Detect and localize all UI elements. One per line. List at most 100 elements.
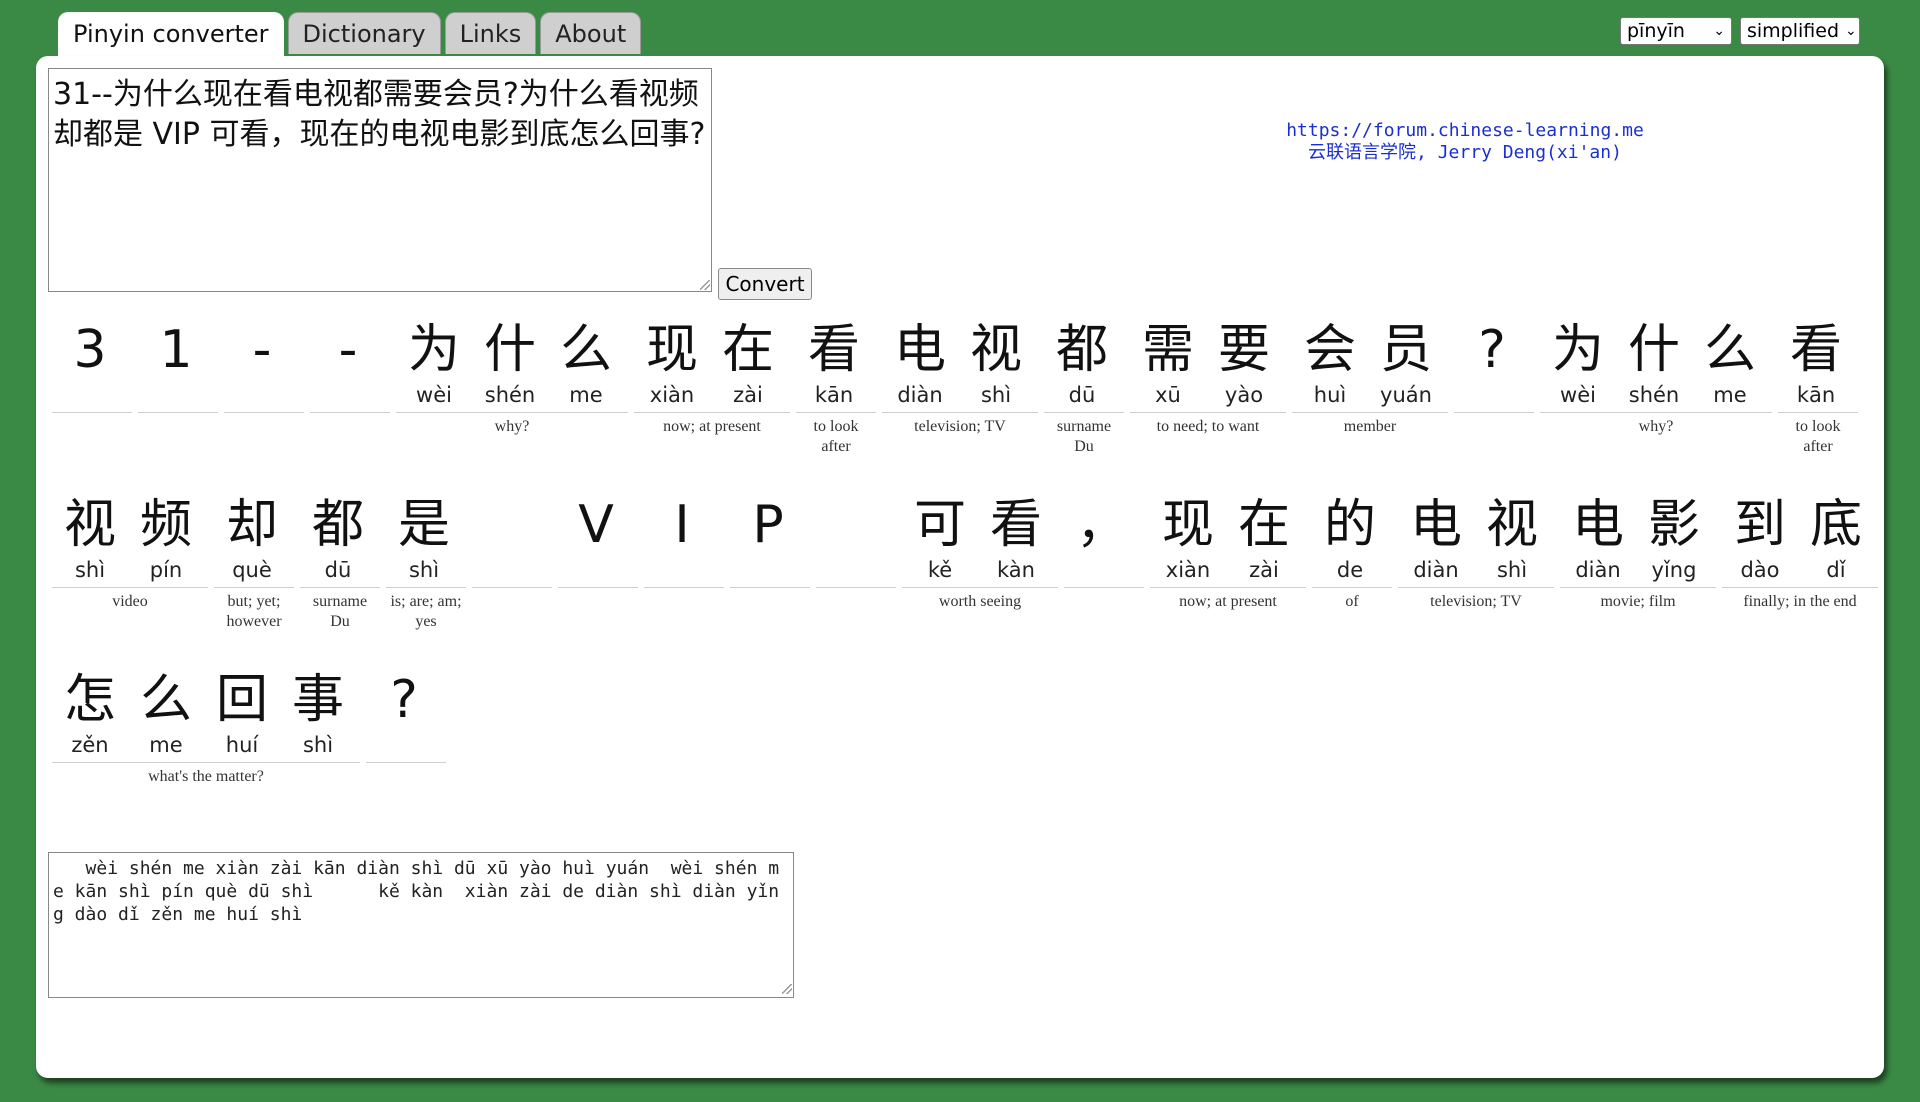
syllable: 要 yào [1206,318,1282,408]
syllable: 的 de [1312,493,1388,583]
romanization-select-value: pīnyīn [1627,20,1685,42]
syllable: 1 [138,318,214,408]
chevron-down-icon: ⌄ [1713,23,1725,39]
annotation-row-1: 3 1- - 为 wèi 什 shén 么 me why? 现 xiàn 在 zài now; at pre… [52,318,1864,457]
pinyin-reading: shì [1496,558,1528,582]
word-group [816,493,896,632]
hanzi-character: ? [390,670,418,730]
syllable: ? [366,668,442,758]
pinyin-reading [1454,382,1530,408]
hanzi-character: ， [1075,495,1128,555]
hanzi-character: 电 [1571,495,1624,555]
hanzi-character: 什 [483,320,536,380]
hanzi-character: 看 [989,495,1042,555]
pinyin-reading: yuán [1380,383,1432,407]
hanzi-character: 为 [1551,320,1604,380]
script-select[interactable]: simplified ⌄ [1740,17,1860,45]
hanzi-character: 影 [1647,495,1700,555]
hanzi-character: 会 [1303,320,1356,380]
hanzi-character: 1 [159,320,193,380]
convert-button[interactable]: Convert [718,268,812,300]
syllable: 员 yuán [1368,318,1444,408]
word-definition: what's the matter? [148,768,264,785]
word-group: 为 wèi 什 shén 么 me why? [1540,318,1772,457]
word-group: 却 què but; yet; however [214,493,294,632]
word-definition: worth seeing [938,593,1022,610]
tab-pinyin-converter[interactable]: Pinyin converter [58,12,284,58]
credit-block: https://forum.chinese-learning.me 云联语言学院… [1180,120,1750,164]
hanzi-character: 回 [215,670,268,730]
pinyin-reading [558,557,634,583]
tab-about[interactable]: About [540,12,642,54]
word-definition: now; at present [1179,593,1277,610]
word-group: 现 xiàn 在 zài now; at present [1150,493,1306,632]
pinyin-reading: huì [1313,383,1347,407]
pinyin-reading: xū [1155,383,1181,407]
word-syllables: 都 dū [1044,318,1124,413]
word-syllables: 现 xiàn 在 zài [1150,493,1306,588]
syllable: 都 dū [300,493,376,583]
hanzi-character: 视 [63,495,116,555]
pinyin-reading: wèi [416,383,452,407]
syllable: 为 wèi [396,318,472,408]
word-group: ? [1454,318,1534,457]
word-group: 电 diàn 影 yǐng movie; film [1560,493,1716,632]
romanization-select[interactable]: pīnyīn ⌄ [1620,17,1732,45]
word-syllables: 3 [52,318,132,413]
hanzi-character: V [578,495,614,555]
pinyin-reading [816,557,892,583]
hanzi-character: 什 [1627,320,1680,380]
syllable: 怎 zěn [52,668,128,758]
word-group: 都 dū surname Du [300,493,380,632]
word-syllables: 电 diàn 影 yǐng [1560,493,1716,588]
hanzi-character: ? [1478,320,1506,380]
tab-links[interactable]: Links [444,12,537,54]
word-definition: to need; to want [1156,418,1260,435]
word-definition: of [1345,593,1359,610]
hanzi-character: 现 [1161,495,1214,555]
chinese-input-textarea[interactable]: 31--为什么现在看电视都需要会员?为什么看视频却都是 VIP 可看，现在的电视… [48,68,712,292]
word-definition: surname Du [312,593,368,630]
syllable: 是 shì [386,493,462,583]
hanzi-character: 看 [1789,320,1842,380]
syllable: 视 shì [958,318,1034,408]
syllable: ? [1454,318,1530,408]
word-group: 电 diàn 视 shì television; TV [882,318,1038,457]
hanzi-character: 却 [225,495,278,555]
word-definition: why? [1638,418,1674,435]
pinyin-reading: zài [1249,558,1279,582]
word-syllables: 电 diàn 视 shì [882,318,1038,413]
pinyin-reading: me [149,733,183,757]
word-definition: why? [494,418,530,435]
word-syllables: 看 kān [796,318,876,413]
pinyin-reading: shén [1628,383,1680,407]
word-definition: television; TV [914,418,1006,435]
word-group: 需 xū 要 yào to need; to want [1130,318,1286,457]
pinyin-output-textarea[interactable]: wèi shén me xiàn zài kān diàn shì dū xū … [48,852,794,998]
resize-handle[interactable] [700,280,710,290]
word-syllables: - [224,318,304,413]
word-syllables: 是 shì [386,493,466,588]
word-syllables: 为 wèi 什 shén 么 me [396,318,628,413]
hanzi-character: 电 [893,320,946,380]
pinyin-reading [644,557,720,583]
word-group: 1 [138,318,218,457]
syllable: 么 me [1692,318,1768,408]
word-group: 都 dū surname Du [1044,318,1124,457]
hanzi-character: 要 [1217,320,1270,380]
tab-dictionary[interactable]: Dictionary [287,12,441,54]
chevron-down-icon: ⌄ [1845,23,1857,39]
hanzi-character: 看 [807,320,860,380]
pinyin-reading: de [1336,558,1364,582]
word-definition: surname Du [1056,418,1112,455]
pinyin-reading [1064,557,1140,583]
resize-handle[interactable] [782,984,792,994]
syllable: 电 diàn [882,318,958,408]
word-definition: to look after [813,418,859,455]
syllable: ， [1064,493,1140,583]
word-syllables: ? [1454,318,1534,413]
syllable: V [558,493,634,583]
credit-link[interactable]: https://forum.chinese-learning.me [1180,120,1750,142]
syllable: 可 kě [902,493,978,583]
word-group: 3 [52,318,132,457]
